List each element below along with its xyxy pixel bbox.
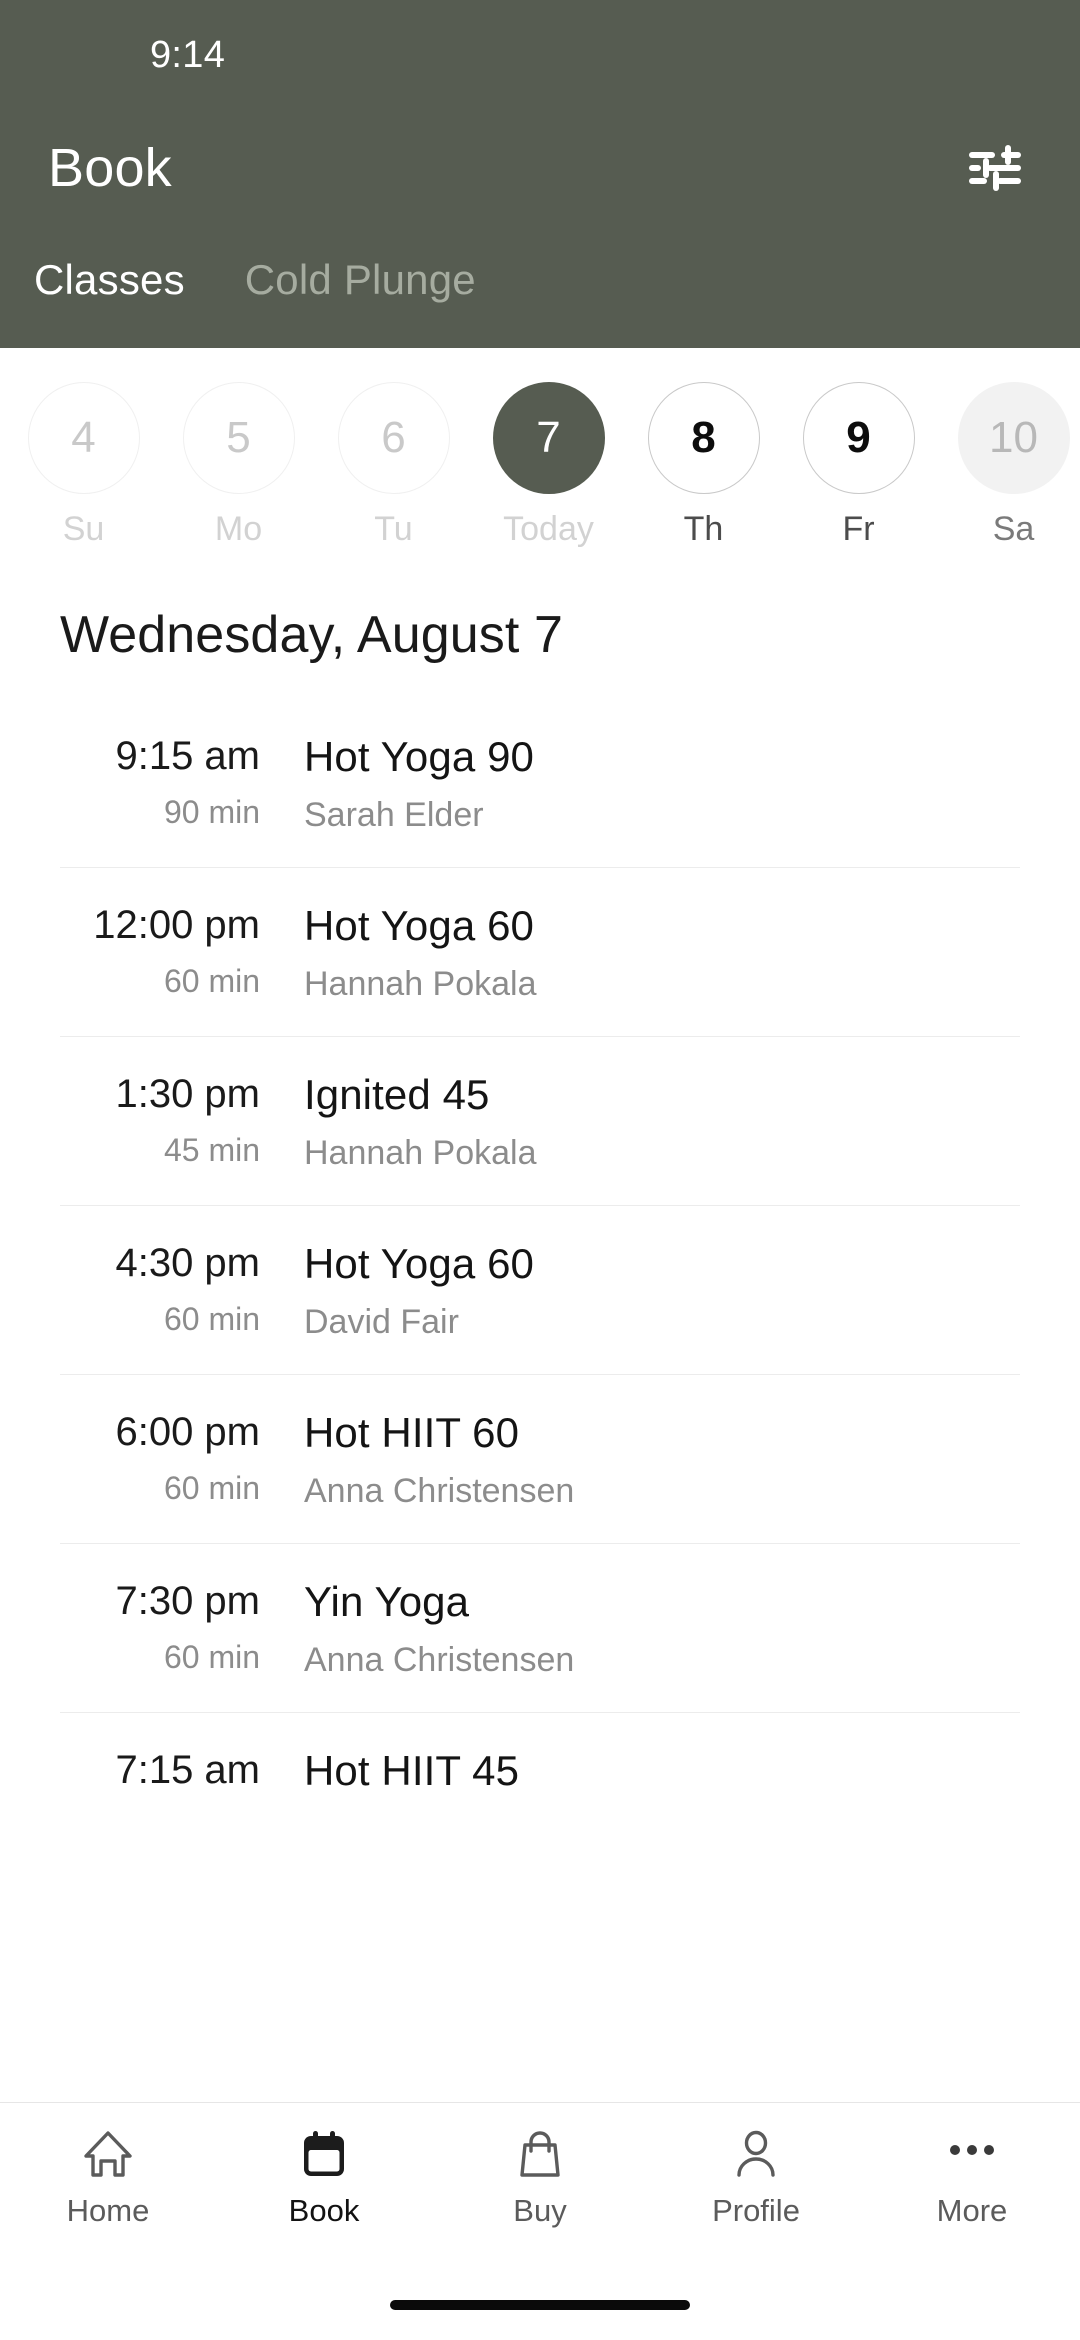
class-duration: 90 min [163, 794, 260, 831]
class-duration: 45 min [163, 1132, 260, 1169]
date-weekday: Th [683, 510, 724, 548]
class-time-column: 4:30 pm 60 min [60, 1240, 288, 1338]
tab-classes[interactable]: Classes [30, 248, 189, 326]
class-duration: 60 min [163, 1470, 260, 1507]
date-number: 4 [27, 382, 140, 494]
date-cell-7-today-selected[interactable]: 7 Today [471, 382, 626, 549]
page-title: Book [48, 137, 172, 198]
home-indicator[interactable] [390, 2300, 690, 2310]
person-icon [730, 2125, 782, 2183]
date-weekday: Sa [992, 510, 1035, 548]
class-instructor: Hannah Pokala [304, 965, 537, 1004]
date-cell-8[interactable]: 8 Th [626, 382, 781, 549]
class-time: 12:00 pm [93, 903, 260, 948]
ellipsis-icon [946, 2125, 998, 2183]
date-cell-9[interactable]: 9 Fr [781, 382, 936, 549]
class-time-column: 1:30 pm 45 min [60, 1071, 288, 1169]
class-row[interactable]: 6:00 pm 60 min Hot HIIT 60 Anna Christen… [60, 1374, 1020, 1543]
class-name: Hot Yoga 90 [304, 733, 534, 780]
tab-cold-plunge[interactable]: Cold Plunge [241, 248, 480, 326]
class-name: Ignited 45 [304, 1071, 490, 1119]
nav-item-buy[interactable]: Buy [432, 2125, 648, 2229]
nav-label-more: More [936, 2193, 1008, 2228]
class-instructor: Hannah Pokala [304, 1134, 537, 1173]
class-time-column: 12:00 pm 60 min [60, 902, 288, 1000]
class-time: 1:30 pm [115, 1072, 260, 1117]
nav-label-buy: Buy [513, 2193, 567, 2228]
class-instructor: Anna Christensen [304, 1472, 575, 1511]
date-strip[interactable]: 4 Su 5 Mo 6 Tu 7 Today 8 Th 9 Fr 10 Sa [0, 348, 1080, 583]
nav-item-profile[interactable]: Profile [648, 2125, 864, 2229]
class-instructor: David Fair [304, 1303, 459, 1342]
title-bar: Book [0, 110, 1080, 225]
class-info-column: Hot HIIT 60 Anna Christensen [288, 1409, 1020, 1511]
class-instructor: Sarah Elder [304, 796, 484, 835]
date-number: 10 [957, 382, 1070, 494]
class-time: 4:30 pm [115, 1241, 260, 1286]
class-row[interactable]: 4:30 pm 60 min Hot Yoga 60 David Fair [60, 1205, 1020, 1374]
class-row[interactable]: 7:30 pm 60 min Yin Yoga Anna Christensen [60, 1543, 1020, 1712]
class-time: 7:30 pm [115, 1579, 260, 1624]
class-info-column: Ignited 45 Hannah Pokala [288, 1071, 1020, 1173]
class-info-column: Hot Yoga 60 David Fair [288, 1240, 1020, 1342]
date-weekday: Tu [374, 510, 413, 548]
date-cell-10[interactable]: 10 Sa [936, 382, 1080, 549]
date-cell-6[interactable]: 6 Tu [316, 382, 471, 549]
nav-label-profile: Profile [712, 2193, 800, 2228]
date-weekday: Fr [842, 510, 875, 548]
class-time-column: 7:30 pm 60 min [60, 1578, 288, 1676]
date-number: 8 [647, 382, 760, 494]
bag-icon [514, 2125, 566, 2183]
class-info-column: Hot Yoga 90 Sarah Elder [288, 733, 1020, 835]
header-tabs: Classes Cold Plunge [0, 225, 1080, 348]
class-time-column: 6:00 pm 60 min [60, 1409, 288, 1507]
class-info-column: Hot Yoga 60 Hannah Pokala [288, 902, 1020, 1004]
date-number: 5 [182, 382, 295, 494]
class-duration: 60 min [163, 1639, 260, 1676]
date-weekday: Today [503, 510, 594, 548]
date-number: 9 [802, 382, 915, 494]
date-cell-5[interactable]: 5 Mo [161, 382, 316, 549]
bottom-navigation: Home Book Buy Profile More [0, 2102, 1080, 2270]
class-name: Yin Yoga [304, 1578, 470, 1626]
class-name: Hot HIIT 60 [304, 1409, 520, 1457]
class-row[interactable]: 9:15 am 90 min Hot Yoga 90 Sarah Elder [60, 699, 1020, 867]
status-bar-clock: 9:14 [150, 33, 226, 76]
class-info-column: Hot HIIT 45 [288, 1747, 1020, 1810]
class-time: 7:15 am [115, 1748, 260, 1793]
date-weekday: Mo [214, 510, 263, 548]
class-row[interactable]: 12:00 pm 60 min Hot Yoga 60 Hannah Pokal… [60, 867, 1020, 1036]
class-row[interactable]: 1:30 pm 45 min Ignited 45 Hannah Pokala [60, 1036, 1020, 1205]
home-indicator-area [0, 2270, 1080, 2340]
class-name: Hot HIIT 45 [304, 1747, 520, 1795]
date-number: 6 [337, 382, 450, 494]
nav-label-book: Book [288, 2193, 360, 2228]
app-root: 9:14 Book Classes Cold Plunge 4 Su 5 Mo … [0, 0, 1080, 2340]
sliders-filter-icon[interactable] [958, 131, 1032, 205]
nav-item-home[interactable]: Home [0, 2125, 216, 2229]
class-time-column: 9:15 am 90 min [60, 733, 288, 831]
nav-item-more[interactable]: More [864, 2125, 1080, 2229]
calendar-icon [298, 2125, 350, 2183]
class-duration: 60 min [163, 1301, 260, 1338]
class-row[interactable]: 7:15 am Hot HIIT 45 [60, 1712, 1020, 1842]
nav-label-home: Home [66, 2193, 150, 2228]
class-time: 6:00 pm [115, 1410, 260, 1455]
nav-item-book[interactable]: Book [216, 2125, 432, 2229]
class-time: 9:15 am [115, 734, 260, 778]
date-weekday: Su [62, 510, 105, 548]
class-instructor: Anna Christensen [304, 1641, 575, 1680]
schedule-date-heading: Wednesday, August 7 [60, 606, 563, 664]
date-number: 7 [492, 382, 605, 494]
home-icon [82, 2125, 134, 2183]
status-bar: 9:14 [0, 0, 1080, 110]
class-duration: 60 min [163, 963, 260, 1000]
class-list[interactable]: 9:15 am 90 min Hot Yoga 90 Sarah Elder 1… [0, 699, 1080, 2102]
class-time-column: 7:15 am [60, 1747, 288, 1808]
class-info-column: Yin Yoga Anna Christensen [288, 1578, 1020, 1680]
class-name: Hot Yoga 60 [304, 902, 534, 950]
date-cell-4[interactable]: 4 Su [6, 382, 161, 549]
class-name: Hot Yoga 60 [304, 1240, 534, 1288]
app-header: 9:14 Book Classes Cold Plunge [0, 0, 1080, 348]
